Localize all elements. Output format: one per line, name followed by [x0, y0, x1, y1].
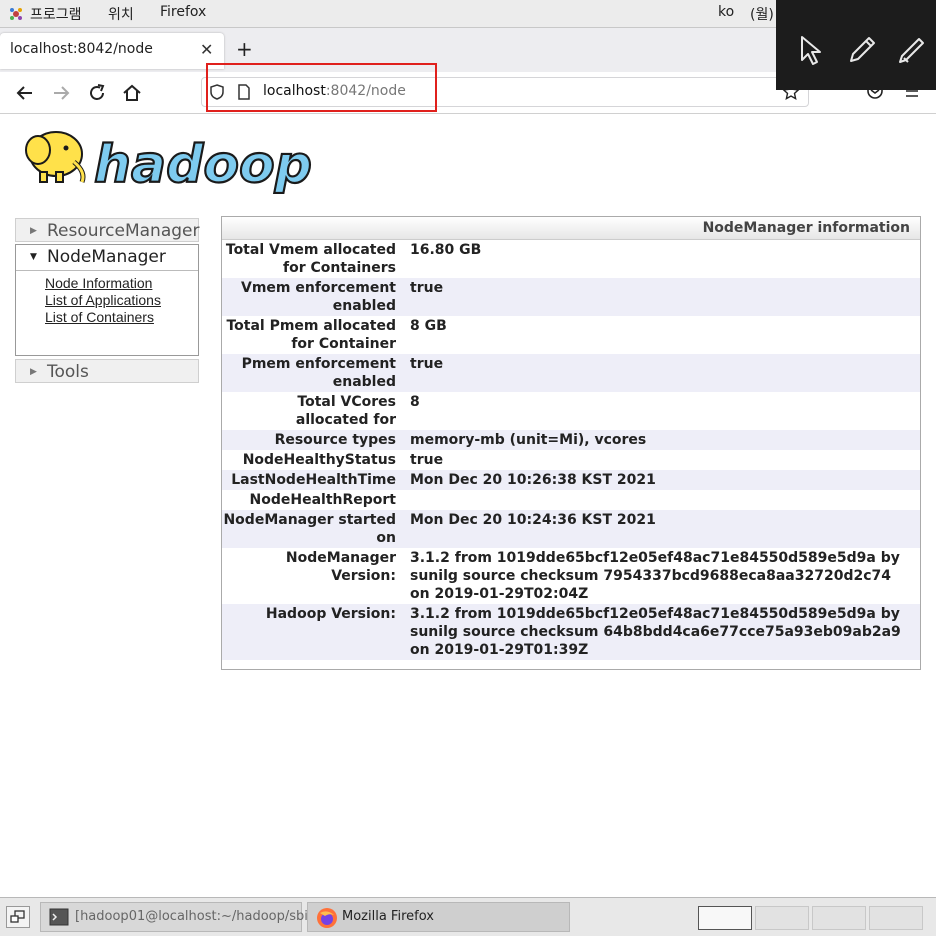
taskbar-terminal[interactable]: [hadoop01@localhost:~/hadoop/sbin]	[40, 902, 321, 932]
logo-wordmark: hadoop	[94, 135, 312, 194]
apps-icon[interactable]	[8, 6, 24, 26]
new-tab-icon[interactable]: +	[236, 37, 253, 61]
info-row: NodeManager Version: 3.1.2 from 1019dde65…	[222, 548, 920, 604]
link-list-of-applications[interactable]: List of Applications	[45, 292, 161, 308]
active-app-name[interactable]: Firefox	[160, 4, 206, 20]
panel-header: NodeManager information	[222, 217, 920, 240]
close-tab-icon[interactable]: ✕	[200, 40, 213, 59]
tab-title: localhost:8042/node	[10, 41, 153, 57]
row-value	[396, 490, 910, 510]
row-key: NodeManager started on	[223, 512, 396, 546]
places-menu[interactable]: 위치	[108, 4, 134, 24]
row-key: Vmem enforcement enabled	[241, 280, 396, 314]
row-value: 16.80 GB	[410, 242, 482, 258]
expanded-arrow-icon: ▼	[30, 252, 37, 262]
row-value: true	[410, 452, 444, 468]
row-value: 3.1.2 from 1019dde65bcf12e05ef48ac71e845…	[410, 606, 901, 658]
link-node-information[interactable]: Node Information	[45, 275, 152, 291]
highlight-box	[206, 63, 437, 112]
row-value: true	[410, 280, 444, 296]
language-indicator[interactable]: ko	[718, 4, 734, 20]
highlighter-icon[interactable]	[896, 34, 928, 66]
show-desktop-icon[interactable]	[6, 906, 30, 928]
link-list-of-containers[interactable]: List of Containers	[45, 309, 154, 325]
nodemanager-header[interactable]: ▼ NodeManager	[16, 245, 198, 271]
workspace-4[interactable]	[869, 906, 923, 930]
row-value: 3.1.2 from 1019dde65bcf12e05ef48ac71e845…	[410, 550, 900, 602]
info-row: Vmem enforcement enabled true	[222, 278, 920, 316]
row-value: true	[410, 356, 444, 372]
terminal-icon	[49, 908, 69, 930]
pointer-icon[interactable]	[796, 34, 828, 66]
collapsed-arrow-icon: ▶	[30, 226, 37, 236]
applications-menu[interactable]: 프로그램	[30, 4, 82, 24]
collapsed-arrow-icon: ▶	[30, 367, 37, 377]
nodemanager-section: ▼ NodeManager Node Information List of A…	[15, 244, 199, 356]
row-key: NodeHealthReport	[249, 492, 396, 508]
home-icon[interactable]	[121, 82, 143, 104]
workspace-2[interactable]	[755, 906, 809, 930]
row-value: 8 GB	[410, 318, 447, 334]
info-row: Total VCores allocated for Containers 8	[222, 392, 920, 446]
info-row: NodeHealthReport	[222, 490, 920, 510]
row-key: Total Vmem allocated for Containers	[225, 242, 396, 276]
reload-icon[interactable]	[86, 82, 108, 104]
workspace-1[interactable]	[698, 906, 752, 930]
taskbar-firefox[interactable]: Mozilla Firefox	[307, 902, 570, 932]
row-value: 8	[410, 394, 420, 410]
info-row: Resource types memory-mb (unit=Mi), vcore…	[222, 430, 920, 450]
hadoop-logo: hadoop	[16, 122, 316, 196]
back-icon[interactable]	[14, 82, 36, 104]
tools-section[interactable]: ▶ Tools	[15, 359, 199, 383]
firefox-task-label: Mozilla Firefox	[342, 909, 434, 924]
annotation-toolbar	[776, 0, 936, 90]
forward-icon[interactable]	[50, 82, 72, 104]
info-table: Total Vmem allocated for Containers 16.80…	[222, 240, 920, 660]
info-row: Total Pmem allocated for Container 8 GB	[222, 316, 920, 354]
row-key: Pmem enforcement enabled	[241, 356, 396, 390]
firefox-icon	[316, 907, 338, 933]
pencil-icon[interactable]	[846, 34, 878, 66]
info-row: Hadoop Version: 3.1.2 from 1019dde65bcf12…	[222, 604, 920, 660]
tools-label: Tools	[47, 362, 89, 382]
row-key: Total VCores allocated for Containers	[295, 394, 396, 446]
nodemanager-info-panel: NodeManager information Total Vmem alloc…	[221, 216, 921, 670]
info-row: NodeHealthyStatus true	[222, 450, 920, 470]
row-key: LastNodeHealthTime	[231, 472, 396, 488]
row-key: Hadoop Version:	[265, 606, 396, 622]
workspace-3[interactable]	[812, 906, 866, 930]
clock[interactable]: (월)	[750, 4, 774, 24]
row-key: NodeManager Version:	[285, 550, 396, 584]
resourcemanager-label: ResourceManager	[47, 221, 200, 241]
info-row: Total Vmem allocated for Containers 16.80…	[222, 240, 920, 278]
nodemanager-label: NodeManager	[47, 247, 166, 267]
row-key: Resource types	[274, 432, 396, 448]
resourcemanager-section[interactable]: ▶ ResourceManager	[15, 218, 199, 242]
row-value: memory-mb (unit=Mi), vcores	[410, 432, 647, 448]
row-key: Total Pmem allocated for Container	[226, 318, 396, 352]
taskbar: [hadoop01@localhost:~/hadoop/sbin] Mozil…	[0, 897, 936, 936]
panel-title: NodeManager information	[702, 220, 910, 236]
row-value: Mon Dec 20 10:26:38 KST 2021	[410, 472, 656, 488]
info-row: LastNodeHealthTime Mon Dec 20 10:26:38 KS…	[222, 470, 920, 490]
row-key: NodeHealthyStatus	[242, 452, 396, 468]
terminal-task-label: [hadoop01@localhost:~/hadoop/sbin]	[75, 909, 322, 924]
info-row: Pmem enforcement enabled true	[222, 354, 920, 392]
tab-localhost-node[interactable]: localhost:8042/node ✕	[0, 33, 224, 69]
row-value: Mon Dec 20 10:24:36 KST 2021	[410, 512, 656, 528]
info-row: NodeManager started on Mon Dec 20 10:24:3…	[222, 510, 920, 548]
